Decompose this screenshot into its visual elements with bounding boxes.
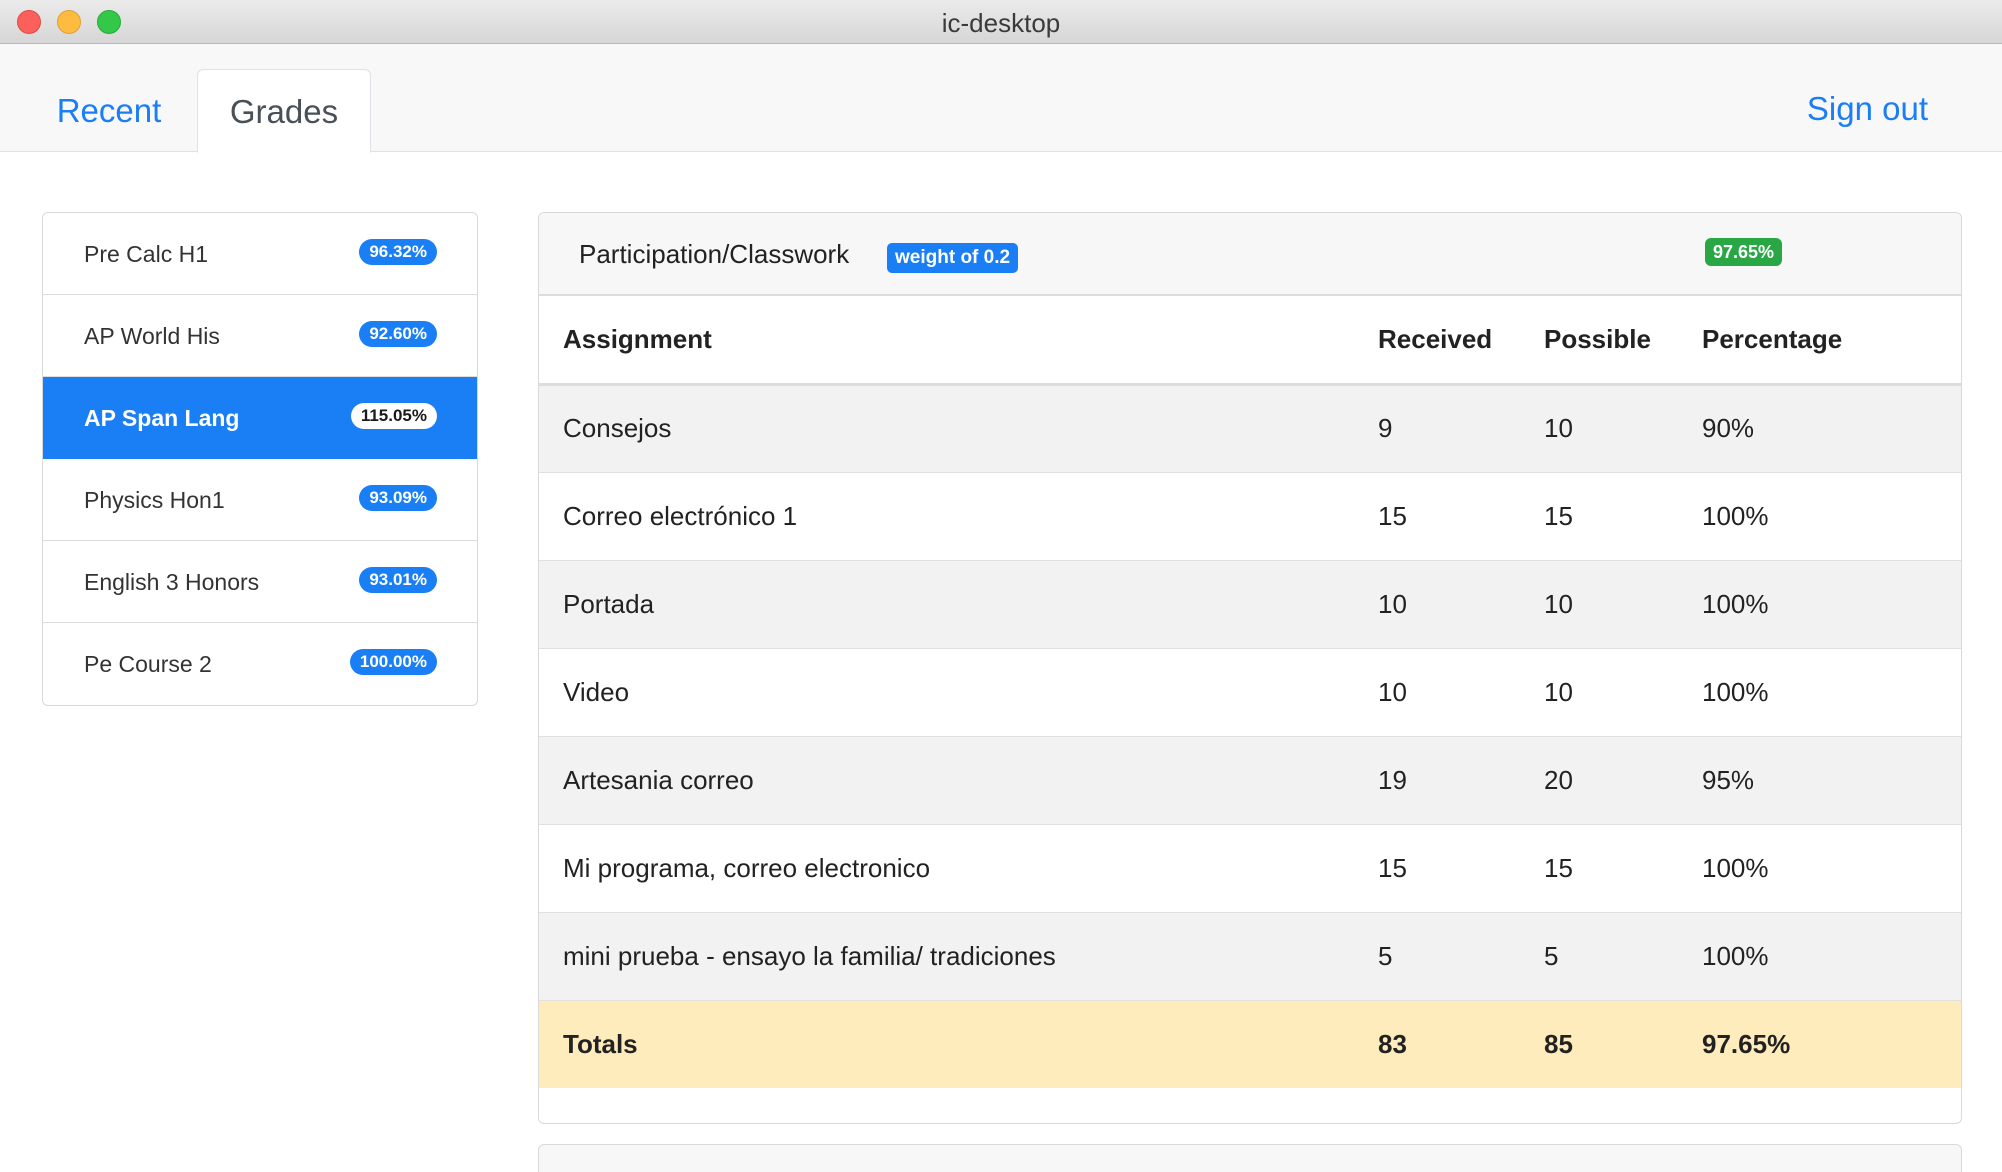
table-row: Portada 10 10 100% [539, 559, 1961, 648]
table-header-row: Assignment Received Possible Percentage [539, 297, 1961, 386]
tab-recent[interactable]: Recent [30, 69, 188, 153]
possible-cell: 10 [1544, 559, 1702, 648]
course-item-physics-hon1[interactable]: Physics Hon1 93.09% [43, 459, 477, 541]
percentage-cell: 100% [1702, 823, 1961, 912]
course-item-english-3-honors[interactable]: English 3 Honors 93.01% [43, 541, 477, 623]
assignment-cell: Consejos [539, 383, 1378, 472]
received-cell: 15 [1378, 471, 1544, 560]
received-cell: 19 [1378, 735, 1544, 824]
window-title: ic-desktop [941, 8, 1061, 38]
course-item-pe-course-2[interactable]: Pe Course 2 100.00% [43, 623, 477, 705]
next-category-card [538, 1144, 1962, 1172]
course-list: Pre Calc H1 96.32% AP World His 92.60% A… [42, 212, 478, 706]
column-header-possible: Possible [1544, 297, 1702, 386]
totals-percentage: 97.65% [1702, 999, 1961, 1088]
app-window: ic-desktop Recent Grades Sign out Pre Ca… [0, 0, 2002, 1172]
possible-cell: 10 [1544, 647, 1702, 736]
title-bar: ic-desktop [0, 0, 2002, 44]
table-row: Mi programa, correo electronico 15 15 10… [539, 823, 1961, 912]
course-name: English 3 Honors [84, 569, 260, 595]
assignment-cell: Mi programa, correo electronico [539, 823, 1378, 912]
table-row: Video 10 10 100% [539, 647, 1961, 736]
assignments-table: Assignment Received Possible Percentage … [539, 297, 1961, 1088]
percentage-cell: 100% [1702, 647, 1961, 736]
possible-cell: 15 [1544, 823, 1702, 912]
column-header-percentage: Percentage [1702, 297, 1961, 386]
assignment-cell: mini prueba - ensayo la familia/ tradici… [539, 911, 1378, 1000]
assignment-cell: Portada [539, 559, 1378, 648]
category-name: Participation/Classwork [579, 239, 850, 269]
totals-possible: 85 [1544, 999, 1702, 1088]
table-row: Consejos 9 10 90% [539, 383, 1961, 472]
percentage-cell: 90% [1702, 383, 1961, 472]
column-header-received: Received [1378, 297, 1544, 386]
percentage-cell: 95% [1702, 735, 1961, 824]
assignment-cell: Correo electrónico 1 [539, 471, 1378, 560]
received-cell: 9 [1378, 383, 1544, 472]
course-grade-badge: 115.05% [350, 403, 437, 429]
course-name: AP Span Lang [84, 405, 240, 431]
table-row: Artesania correo 19 20 95% [539, 735, 1961, 824]
table-row: mini prueba - ensayo la familia/ tradici… [539, 911, 1961, 1000]
totals-label: Totals [539, 999, 1378, 1088]
course-item-ap-world-his[interactable]: AP World His 92.60% [43, 295, 477, 377]
assignment-cell: Artesania correo [539, 735, 1378, 824]
course-item-ap-span-lang[interactable]: AP Span Lang 115.05% [43, 377, 477, 459]
category-header: Participation/Classwork weight of 0.2 97… [539, 213, 1961, 296]
sign-out-link[interactable]: Sign out [1807, 90, 1928, 128]
weight-badge: weight of 0.2 [887, 243, 1019, 273]
received-cell: 10 [1378, 647, 1544, 736]
percentage-cell: 100% [1702, 559, 1961, 648]
percentage-cell: 100% [1702, 911, 1961, 1000]
column-header-assignment: Assignment [539, 297, 1378, 386]
course-name: Pre Calc H1 [84, 241, 208, 267]
course-name: Pe Course 2 [84, 651, 212, 677]
possible-cell: 5 [1544, 911, 1702, 1000]
course-grade-badge: 96.32% [359, 239, 437, 265]
course-name: Physics Hon1 [84, 487, 225, 513]
possible-cell: 20 [1544, 735, 1702, 824]
table-row: Correo electrónico 1 15 15 100% [539, 471, 1961, 560]
category-percentage-badge: 97.65% [1705, 238, 1783, 266]
possible-cell: 10 [1544, 383, 1702, 472]
totals-row: Totals 83 85 97.65% [539, 999, 1961, 1088]
course-name: AP World His [84, 323, 220, 349]
totals-received: 83 [1378, 999, 1544, 1088]
received-cell: 10 [1378, 559, 1544, 648]
assignment-cell: Video [539, 647, 1378, 736]
tab-grades[interactable]: Grades [197, 69, 371, 153]
category-card: Participation/Classwork weight of 0.2 97… [538, 212, 1962, 1124]
course-grade-badge: 93.01% [359, 567, 437, 593]
possible-cell: 15 [1544, 471, 1702, 560]
course-grade-badge: 92.60% [359, 321, 437, 347]
received-cell: 15 [1378, 823, 1544, 912]
course-item-pre-calc-h1[interactable]: Pre Calc H1 96.32% [43, 213, 477, 295]
nav-bar: Recent Grades Sign out [0, 44, 2002, 153]
received-cell: 5 [1378, 911, 1544, 1000]
percentage-cell: 100% [1702, 471, 1961, 560]
course-grade-badge: 100.00% [349, 649, 437, 675]
course-grade-badge: 93.09% [359, 485, 437, 511]
